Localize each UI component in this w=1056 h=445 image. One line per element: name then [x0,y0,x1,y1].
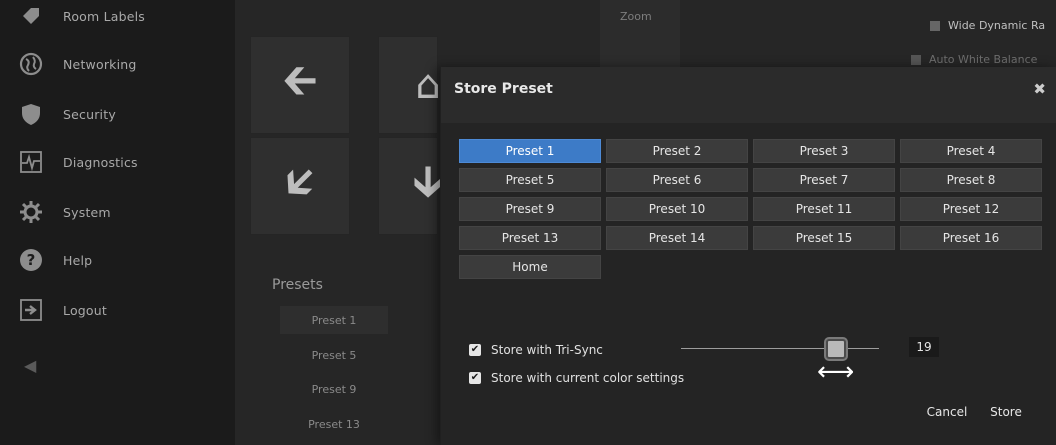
preset-button[interactable]: Preset 3 [753,139,895,163]
option-label: Wide Dynamic Ra [948,19,1046,32]
sidebar-item-system[interactable]: System [0,188,235,236]
preset-button[interactable]: Preset 11 [753,197,895,221]
preset-list-item[interactable]: Preset 5 [280,341,388,369]
preset-list-item[interactable]: Preset 9 [280,375,388,403]
preset-list-item[interactable]: Preset 1 [280,306,388,334]
sidebar-item-label: Help [63,252,93,268]
tilt-down-button[interactable]: 🡳 [378,137,444,235]
store-preset-dialog: Store Preset ✖ Preset 1 Preset 2 Preset 3P… [440,67,1056,445]
option-label: Auto White Balance [929,53,1038,66]
preset-button[interactable]: Preset 8 [900,168,1042,192]
preset-button[interactable]: Preset 12 [900,197,1042,221]
sidebar-item-label: System [63,204,111,220]
sidebar: Room Labels Networking Security Diagnost… [0,0,235,445]
tri-sync-label: Store with Tri-Sync [491,343,603,357]
color-settings-option[interactable]: ✔ Store with current color settings [469,371,684,385]
home-icon: ⌂ [415,62,441,108]
presets-heading: Presets [272,277,323,293]
checkbox[interactable] [911,54,921,65]
horizontal-resize-cursor-icon: ⟷ [817,357,855,387]
preset-button[interactable]: Preset 2 [606,139,748,163]
tri-sync-speed-value[interactable]: 19 [909,337,939,357]
sidebar-item-room-labels[interactable]: Room Labels [0,0,235,40]
preset-button[interactable]: Preset 15 [753,226,895,250]
preset-button[interactable]: Preset 13 [459,226,601,250]
checkbox[interactable] [930,20,940,31]
tri-sync-option[interactable]: ✔ Store with Tri-Sync [469,343,603,357]
sidebar-item-networking[interactable]: Networking [0,40,235,88]
preset-button[interactable]: Preset 9 [459,197,601,221]
arrow-down-left-icon: 🡷 [285,155,315,207]
arrow-left-icon: 🡰 [282,54,318,106]
preset-button[interactable]: Preset 14 [606,226,748,250]
zoom-label: Zoom [620,10,652,23]
preset-button[interactable]: Preset 1 [459,139,601,163]
svg-text:?: ? [27,251,36,269]
globe-icon [19,52,43,76]
sidebar-item-label: Logout [63,302,107,318]
preset-button[interactable]: Home [459,255,601,279]
close-icon[interactable]: ✖ [1033,80,1046,98]
preset-button[interactable]: Preset 4 [900,139,1042,163]
preset-button[interactable]: Preset 5 [459,168,601,192]
help-icon: ? [19,248,43,272]
sidebar-item-security[interactable]: Security [0,90,235,138]
dialog-title: Store Preset [454,81,553,97]
preset-button[interactable]: Preset 10 [606,197,748,221]
preset-grid: Preset 1 Preset 2 Preset 3 Preset 4 Preset 5… [459,139,1042,279]
pan-left-button[interactable]: 🡰 [250,36,350,134]
preset-list-item[interactable]: Preset 13 [280,410,388,438]
sidebar-item-diagnostics[interactable]: Diagnostics [0,138,235,186]
tag-icon [19,4,43,28]
sidebar-item-logout[interactable]: Logout [0,286,235,334]
sidebar-item-label: Room Labels [63,8,146,24]
auto-white-balance-option[interactable]: Auto White Balance [911,53,1037,66]
store-button[interactable]: Store [983,399,1029,425]
slider-handle[interactable] [826,339,846,359]
sidebar-item-help[interactable]: ? Help [0,236,235,284]
pulse-icon [19,150,43,174]
gear-icon [19,200,43,224]
preset-button[interactable]: Preset 16 [900,226,1042,250]
dialog-header: Store Preset ✖ [441,67,1056,113]
checkbox-checked-icon[interactable]: ✔ [469,372,481,384]
dialog-body: Preset 1 Preset 2 Preset 3 Preset 4 Preset 5… [441,123,1056,445]
sidebar-item-label: Networking [63,56,137,72]
checkbox-checked-icon[interactable]: ✔ [469,344,481,356]
color-settings-label: Store with current color settings [491,371,685,385]
preset-button[interactable]: Preset 6 [606,168,748,192]
logout-icon [19,298,43,322]
sidebar-item-label: Diagnostics [63,154,138,170]
pan-down-left-button[interactable]: 🡷 [250,137,350,235]
home-button[interactable]: ⌂ [378,36,441,134]
sidebar-item-label: Security [63,106,116,122]
cancel-button[interactable]: Cancel [920,399,974,425]
tri-sync-speed-slider[interactable] [681,348,879,349]
wide-dynamic-range-option[interactable]: Wide Dynamic Ra [930,19,1045,32]
shield-icon [19,102,43,126]
preset-button[interactable]: Preset 7 [753,168,895,192]
chevron-left-icon[interactable]: ◀ [24,356,36,375]
